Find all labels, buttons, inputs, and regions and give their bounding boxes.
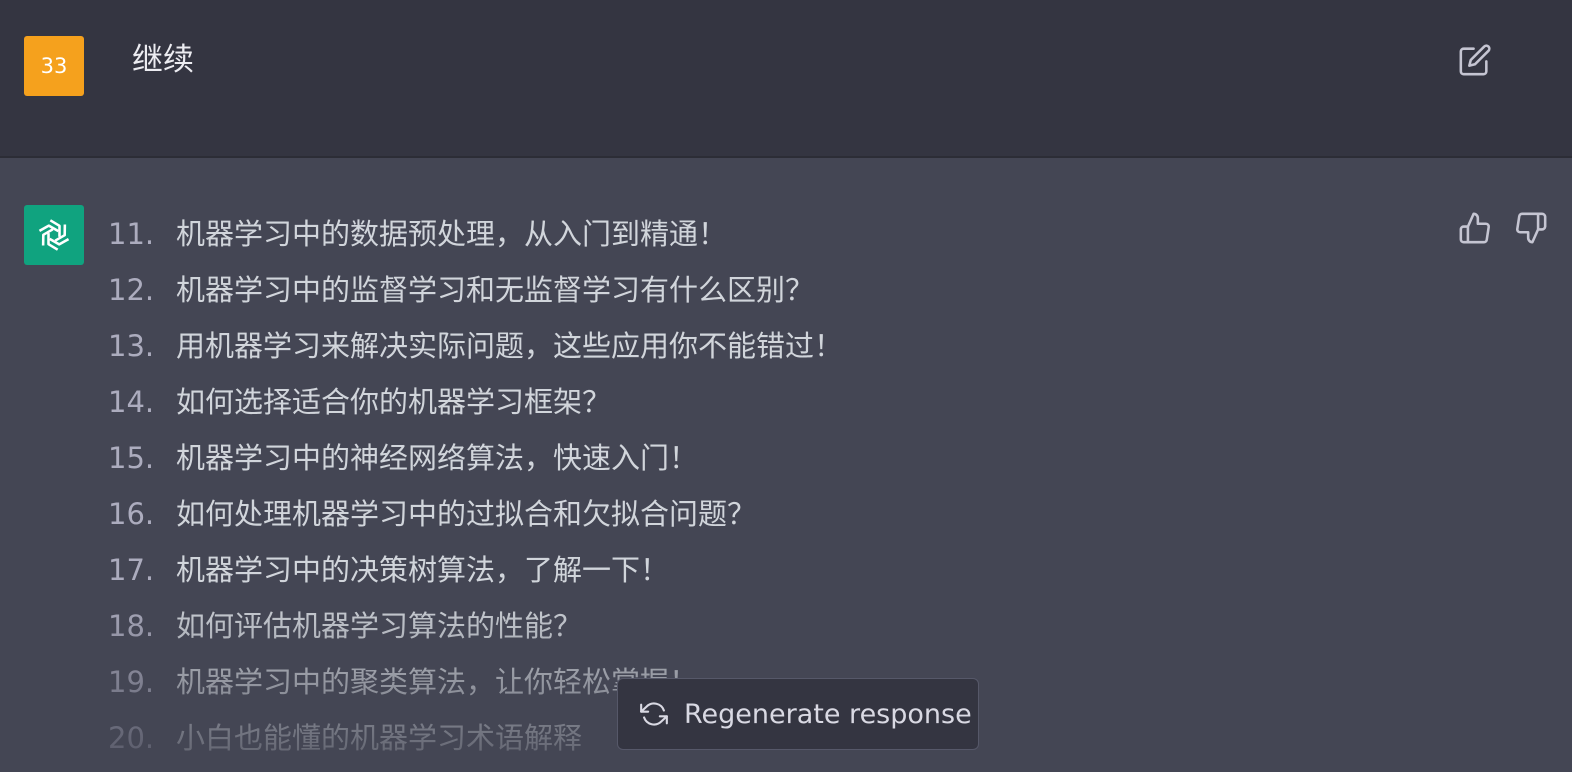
user-message-row: 33 继续: [0, 0, 1572, 158]
assistant-avatar: [24, 205, 84, 265]
list-item-number: 15.: [108, 441, 155, 475]
list-item-text: 如何处理机器学习中的过拟合和欠拟合问题？: [176, 497, 757, 531]
edit-icon: [1459, 44, 1491, 76]
thumbs-up-button[interactable]: [1458, 211, 1492, 245]
list-item-text: 如何选择适合你的机器学习框架？: [176, 385, 612, 419]
openai-logo-icon: [38, 219, 70, 251]
list-item-number: 19.: [108, 665, 155, 699]
user-avatar: 33: [24, 36, 84, 96]
thumbs-up-icon: [1459, 212, 1490, 244]
user-message-text: 继续: [132, 42, 194, 78]
list-item-number: 16.: [108, 497, 155, 531]
list-item-text: 小白也能懂的机器学习术语解释: [176, 721, 583, 755]
list-item-text: 机器学习中的数据预处理，从入门到精通！: [176, 217, 728, 251]
list-item-number: 18.: [108, 609, 155, 643]
refresh-icon: [640, 702, 668, 726]
list-item-number: 20.: [108, 721, 155, 755]
user-avatar-label: 33: [40, 54, 68, 78]
thumbs-down-icon: [1516, 212, 1547, 244]
list-item-text: 用机器学习来解决实际问题，这些应用你不能错过！: [176, 329, 844, 363]
list-item: 15. 机器学习中的神经网络算法，快速入门！: [108, 436, 843, 492]
list-item-number: 17.: [108, 553, 155, 587]
thumbs-down-button[interactable]: [1514, 211, 1548, 245]
list-item: 14. 如何选择适合你的机器学习框架？: [108, 380, 843, 436]
regenerate-label: Regenerate response: [684, 698, 972, 730]
list-item: 16. 如何处理机器学习中的过拟合和欠拟合问题？: [108, 492, 843, 548]
list-item-text: 如何评估机器学习算法的性能？: [176, 609, 583, 643]
list-item: 18. 如何评估机器学习算法的性能？: [108, 604, 843, 660]
list-item: 11. 机器学习中的数据预处理，从入门到精通！: [108, 212, 843, 268]
list-item-number: 12.: [108, 273, 155, 307]
list-item: 12. 机器学习中的监督学习和无监督学习有什么区别？: [108, 268, 843, 324]
list-item: 17. 机器学习中的决策树算法，了解一下！: [108, 548, 843, 604]
list-item-text: 机器学习中的神经网络算法，快速入门！: [176, 441, 699, 475]
edit-message-button[interactable]: [1458, 43, 1492, 77]
list-item-text: 机器学习中的决策树算法，了解一下！: [176, 553, 670, 587]
list-item-text: 机器学习中的监督学习和无监督学习有什么区别？: [176, 273, 815, 307]
list-item-number: 11.: [108, 217, 155, 251]
list-item-number: 14.: [108, 385, 155, 419]
regenerate-response-button[interactable]: Regenerate response: [617, 678, 979, 750]
list-item-number: 13.: [108, 329, 155, 363]
list-item: 13. 用机器学习来解决实际问题，这些应用你不能错过！: [108, 324, 843, 380]
